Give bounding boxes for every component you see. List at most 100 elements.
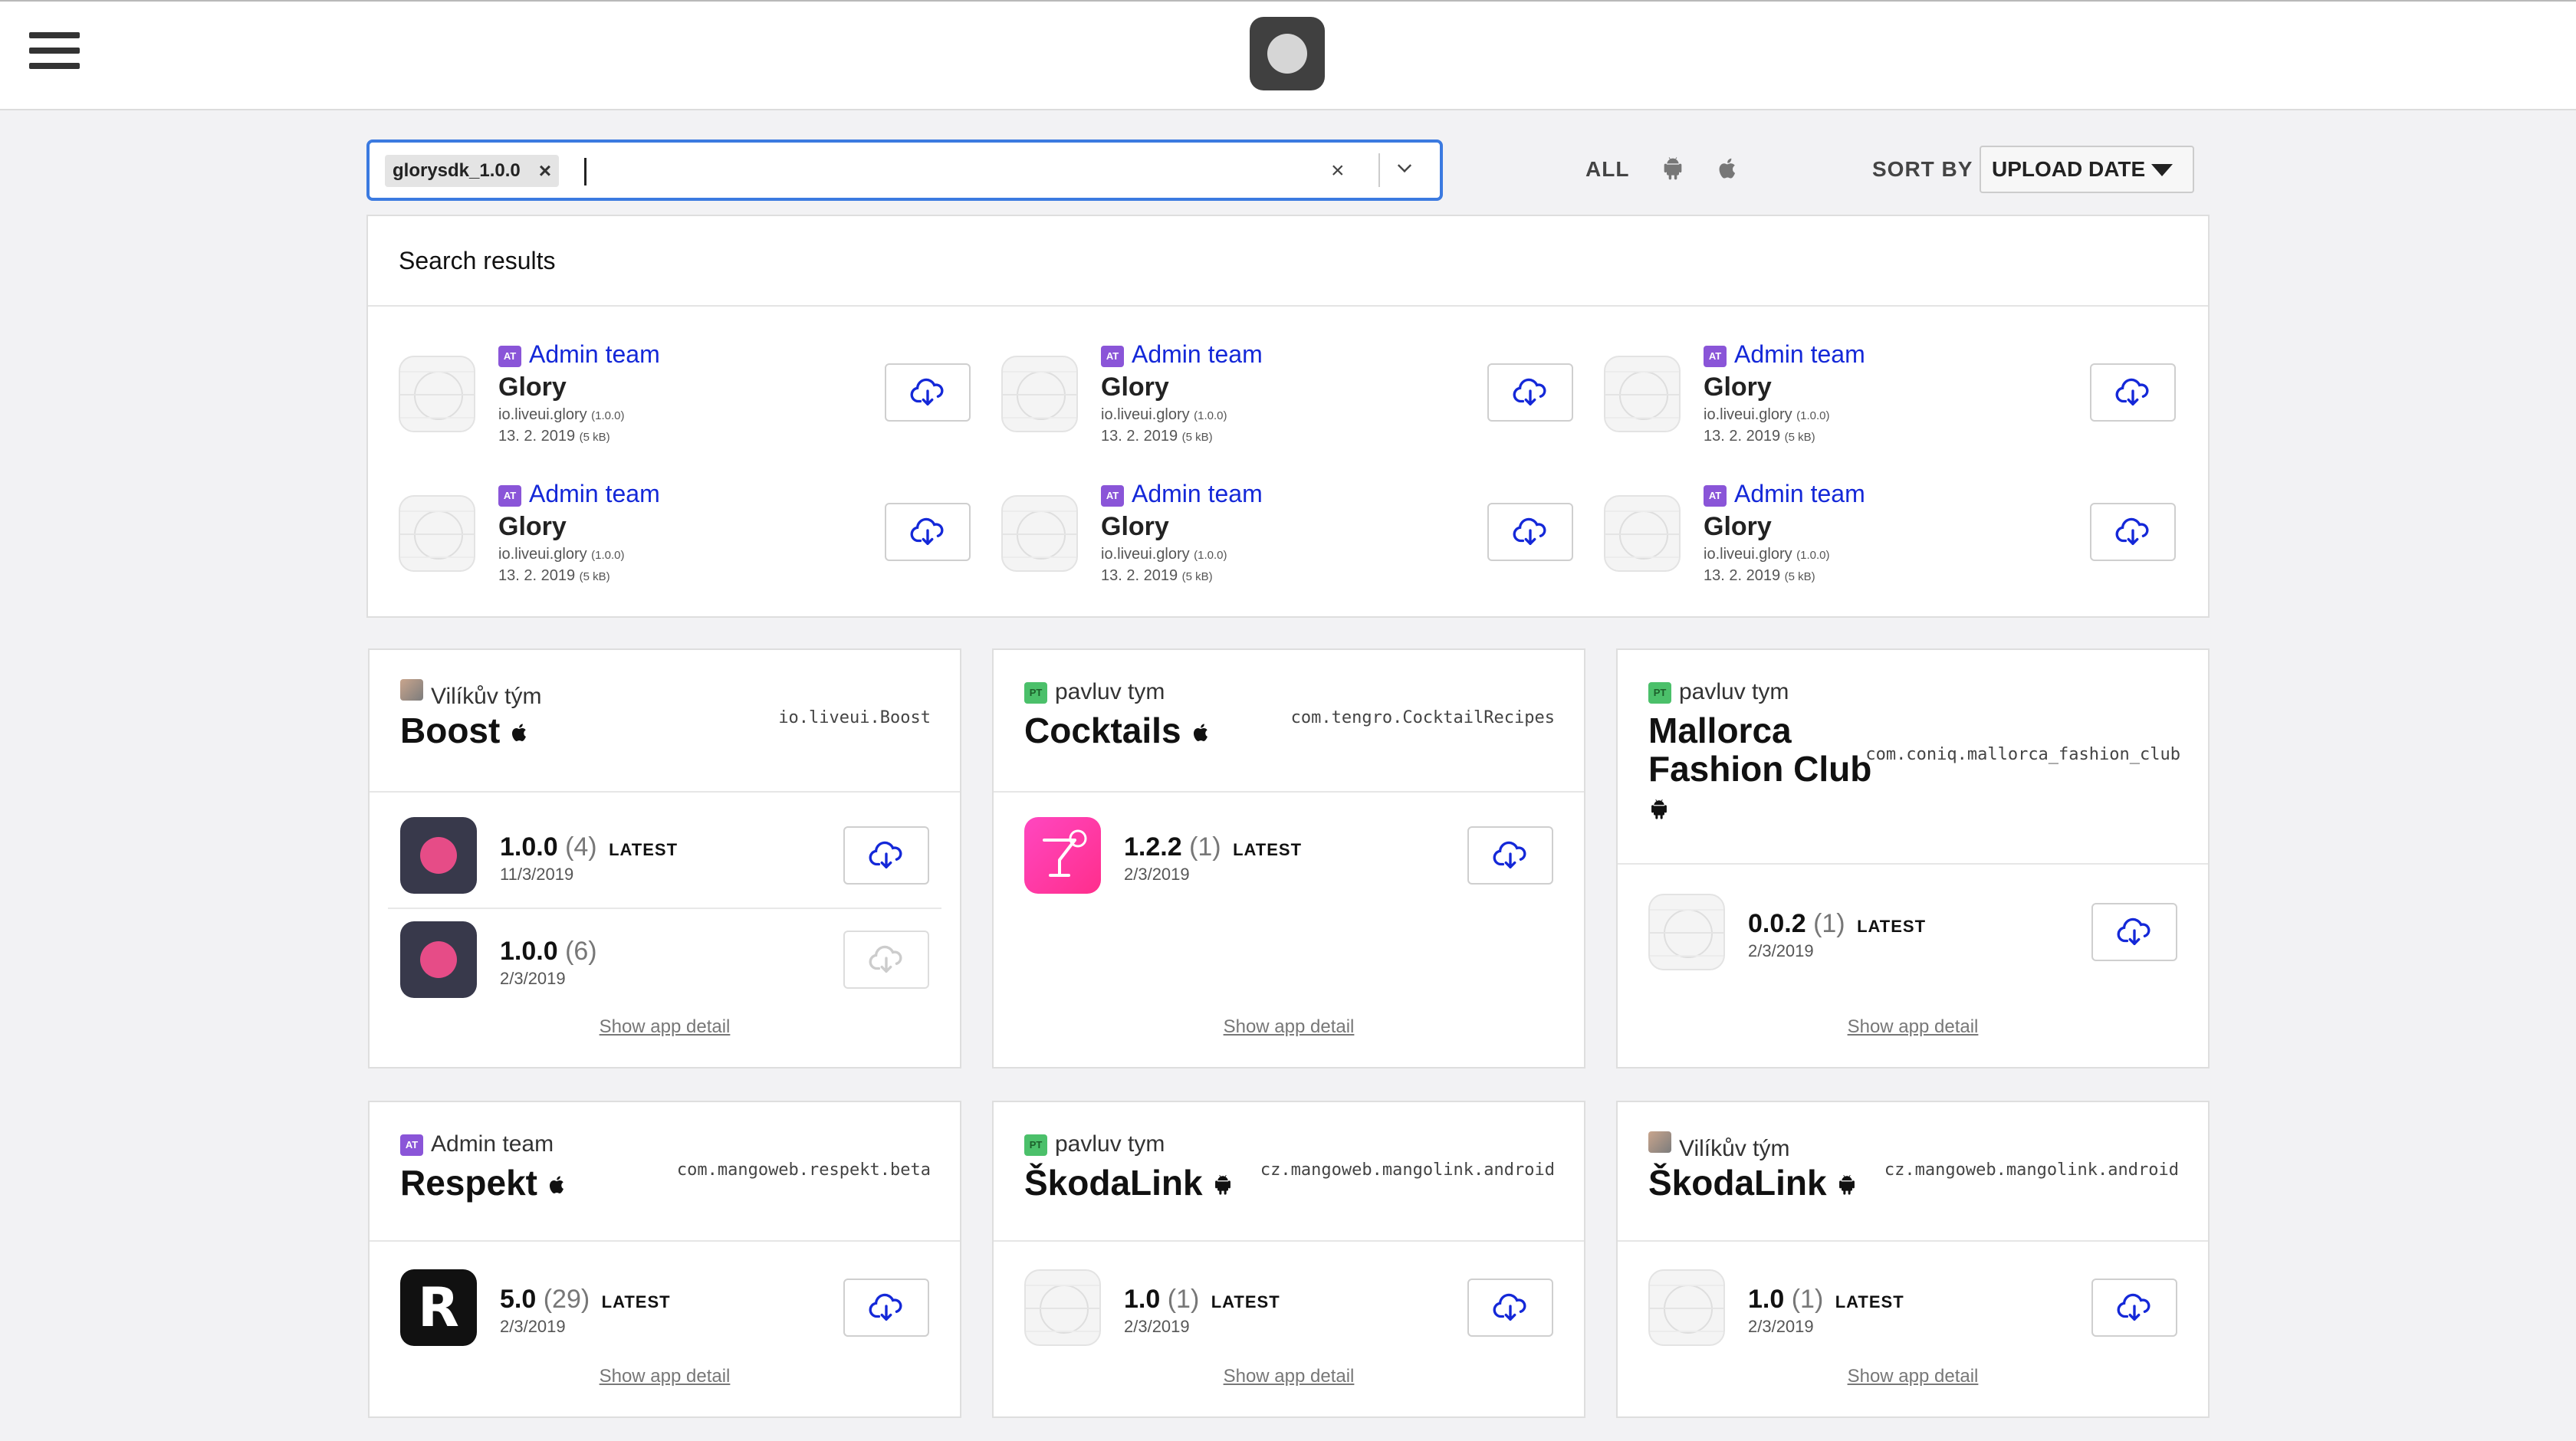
apple-icon[interactable] bbox=[1716, 156, 1740, 181]
download-button[interactable] bbox=[2091, 903, 2177, 961]
search-input[interactable]: glorysdk_1.0.0 × × bbox=[366, 140, 1443, 201]
download-button[interactable] bbox=[843, 1279, 929, 1337]
version-row: 1.0 (1) LATEST 2/3/2019 bbox=[1618, 1269, 2208, 1369]
download-button[interactable] bbox=[1467, 826, 1553, 885]
show-app-detail-link[interactable]: Show app detail bbox=[1618, 1366, 2208, 1387]
cloud-download-icon bbox=[1513, 517, 1546, 546]
result-team-label: Admin team bbox=[1734, 480, 1865, 507]
placeholder-app-icon bbox=[399, 356, 475, 432]
cloud-download-icon bbox=[2115, 517, 2149, 546]
result-team-link[interactable]: AT Admin team bbox=[1704, 340, 1865, 369]
chevron-down-icon[interactable] bbox=[1397, 158, 1412, 173]
app-card-boost: Vilíkův tým Boost io.liveui.Boost 1.0.0 … bbox=[368, 648, 961, 1068]
chip-remove-button[interactable]: × bbox=[539, 159, 551, 183]
download-button[interactable] bbox=[2090, 363, 2176, 422]
result-team-link[interactable]: AT Admin team bbox=[498, 480, 660, 508]
sort-by-label: SORT BY bbox=[1872, 157, 1973, 181]
card-team-label: pavluv tym bbox=[1679, 679, 1789, 704]
hamburger-menu-icon[interactable] bbox=[29, 32, 80, 78]
show-app-detail-link[interactable]: Show app detail bbox=[370, 1366, 960, 1387]
download-button[interactable] bbox=[885, 363, 971, 422]
version-date: 11/3/2019 bbox=[500, 865, 574, 884]
card-team: PT pavluv tym bbox=[1024, 679, 1165, 705]
result-version: (1.0.0) bbox=[591, 409, 625, 422]
result-date-size: 13. 2. 2019 (5 kB) bbox=[498, 428, 610, 445]
clear-search-button[interactable]: × bbox=[1331, 158, 1345, 184]
bundle-id: io.liveui.Boost bbox=[778, 708, 931, 727]
result-date-size: 13. 2. 2019 (5 kB) bbox=[1704, 428, 1815, 445]
placeholder-app-icon bbox=[1648, 1269, 1725, 1346]
divider bbox=[1378, 153, 1380, 187]
build-number: (4) bbox=[565, 832, 597, 862]
app-title-link[interactable]: Mallorca Fashion Club bbox=[1648, 711, 1871, 826]
result-bundle-id: io.liveui.glory bbox=[1704, 406, 1792, 423]
search-results-heading: Search results bbox=[368, 216, 2208, 307]
app-title-link[interactable]: Boost bbox=[400, 711, 531, 750]
result-date: 13. 2. 2019 bbox=[1101, 567, 1178, 584]
android-icon bbox=[1214, 1174, 1230, 1195]
latest-badge: LATEST bbox=[1233, 840, 1303, 859]
version-number: 1.0.0 bbox=[500, 937, 558, 966]
app-title-line1: Mallorca bbox=[1648, 711, 1792, 750]
download-button[interactable] bbox=[1467, 1279, 1553, 1337]
result-date-size: 13. 2. 2019 (5 kB) bbox=[1101, 428, 1213, 445]
download-button[interactable] bbox=[2091, 1279, 2177, 1337]
version-label: 5.0 (29) LATEST bbox=[500, 1285, 671, 1315]
result-team-label: Admin team bbox=[1734, 340, 1865, 368]
android-icon bbox=[1651, 799, 1667, 819]
apple-icon bbox=[549, 1176, 564, 1193]
result-bundle-id: io.liveui.glory bbox=[498, 546, 587, 563]
apple-icon bbox=[1193, 724, 1208, 741]
version-row: R 5.0 (29) LATEST 2/3/2019 bbox=[370, 1269, 960, 1369]
version-date: 2/3/2019 bbox=[1124, 865, 1190, 884]
app-title-link[interactable]: ŠkodaLink bbox=[1024, 1164, 1234, 1202]
result-bundle: io.liveui.glory (1.0.0) bbox=[1101, 406, 1227, 424]
result-app-name: Glory bbox=[1101, 373, 1169, 402]
download-button[interactable] bbox=[843, 826, 929, 885]
result-size: (5 kB) bbox=[1784, 431, 1815, 444]
latest-badge: LATEST bbox=[1857, 917, 1927, 936]
result-team-label: Admin team bbox=[529, 480, 660, 507]
result-app-name: Glory bbox=[1101, 512, 1169, 541]
download-button[interactable] bbox=[885, 503, 971, 561]
result-team-link[interactable]: AT Admin team bbox=[1704, 480, 1865, 508]
placeholder-app-icon bbox=[1648, 894, 1725, 970]
card-header: PT pavluv tym Cocktails com.tengro.Cockta… bbox=[994, 650, 1584, 793]
version-row: 1.0.0 (6) 2/3/2019 bbox=[370, 921, 960, 1021]
app-title-link[interactable]: Cocktails bbox=[1024, 711, 1212, 750]
card-team-label: Admin team bbox=[431, 1131, 554, 1157]
result-team-link[interactable]: AT Admin team bbox=[498, 340, 660, 369]
result-app-name: Glory bbox=[498, 373, 567, 402]
show-app-detail-link[interactable]: Show app detail bbox=[994, 1366, 1584, 1387]
top-bar bbox=[0, 0, 2576, 110]
card-team-label: pavluv tym bbox=[1055, 679, 1165, 704]
android-icon[interactable] bbox=[1661, 156, 1685, 181]
card-team: AT Admin team bbox=[400, 1131, 554, 1157]
show-app-detail-link[interactable]: Show app detail bbox=[1618, 1016, 2208, 1038]
team-badge: AT bbox=[1101, 346, 1124, 367]
version-label: 1.2.2 (1) LATEST bbox=[1124, 832, 1302, 862]
download-button[interactable] bbox=[1487, 503, 1573, 561]
show-app-detail-link[interactable]: Show app detail bbox=[370, 1016, 960, 1038]
show-app-detail-link[interactable]: Show app detail bbox=[994, 1016, 1584, 1038]
sort-select[interactable]: UPLOAD DATE bbox=[1980, 146, 2194, 193]
app-card-respekt: AT Admin team Respekt com.mangoweb.respek… bbox=[368, 1101, 961, 1418]
result-date: 13. 2. 2019 bbox=[1704, 567, 1781, 584]
search-chip-label: glorysdk_1.0.0 bbox=[393, 160, 521, 181]
filter-all-button[interactable]: ALL bbox=[1585, 157, 1629, 182]
version-row: 1.0 (1) LATEST 2/3/2019 bbox=[994, 1269, 1584, 1369]
download-button[interactable] bbox=[2090, 503, 2176, 561]
card-team: PT pavluv tym bbox=[1648, 679, 1789, 705]
cloud-download-icon bbox=[2117, 1293, 2150, 1321]
app-logo[interactable] bbox=[1250, 17, 1325, 90]
result-size: (5 kB) bbox=[1784, 570, 1815, 583]
result-team-link[interactable]: AT Admin team bbox=[1101, 340, 1263, 369]
app-title-text: ŠkodaLink bbox=[1024, 1163, 1203, 1203]
download-button[interactable] bbox=[1487, 363, 1573, 422]
result-team-label: Admin team bbox=[1132, 340, 1263, 368]
result-app-name: Glory bbox=[498, 512, 567, 541]
app-title-link[interactable]: ŠkodaLink bbox=[1648, 1164, 1858, 1202]
result-team-link[interactable]: AT Admin team bbox=[1101, 480, 1263, 508]
app-title-link[interactable]: Respekt bbox=[400, 1164, 568, 1202]
version-row: 0.0.2 (1) LATEST 2/3/2019 bbox=[1618, 894, 2208, 993]
